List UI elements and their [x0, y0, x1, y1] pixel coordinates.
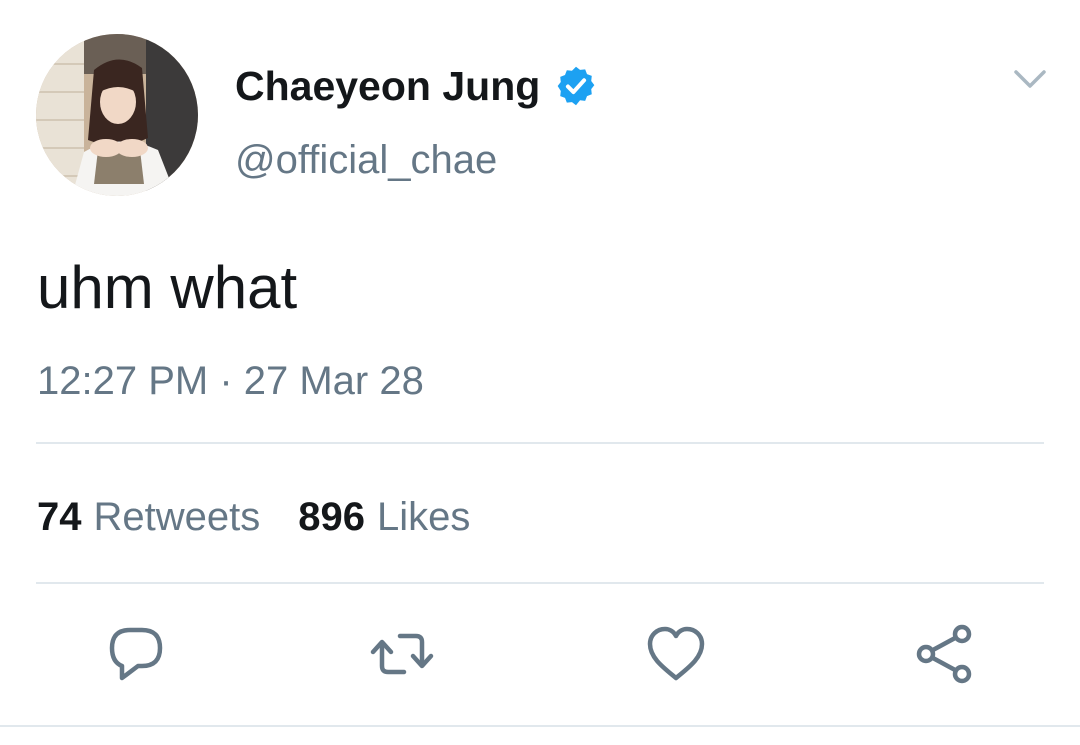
like-button[interactable]: [644, 622, 708, 686]
chevron-down-icon[interactable]: [1008, 60, 1052, 100]
likes-label: Likes: [377, 495, 471, 539]
share-icon: [916, 624, 972, 684]
author-handle[interactable]: @official_chae: [235, 134, 497, 186]
avatar[interactable]: [36, 34, 198, 196]
retweet-icon: [370, 633, 434, 675]
likes-stat[interactable]: 896 Likes: [298, 490, 470, 544]
share-button[interactable]: [912, 622, 976, 686]
profile-photo: [36, 34, 198, 196]
divider: [36, 442, 1044, 444]
verified-badge-icon: [554, 64, 598, 108]
tweet-stats: 74 Retweets 896 Likes: [37, 490, 470, 544]
divider: [36, 582, 1044, 584]
author-display-name[interactable]: Chaeyeon Jung: [235, 60, 598, 112]
retweets-label: Retweets: [93, 495, 261, 539]
reply-icon: [109, 627, 163, 681]
likes-count: 896: [298, 495, 365, 539]
reply-button[interactable]: [104, 622, 168, 686]
divider: [0, 725, 1080, 727]
retweets-stat[interactable]: 74 Retweets: [37, 490, 260, 544]
tweet-timestamp[interactable]: 12:27 PM · 27 Mar 28: [37, 355, 424, 407]
retweet-button[interactable]: [370, 622, 434, 686]
like-icon: [647, 626, 705, 681]
tweet-text: uhm what: [37, 254, 298, 321]
retweets-count: 74: [37, 495, 82, 539]
author-name-text: Chaeyeon Jung: [235, 63, 541, 109]
